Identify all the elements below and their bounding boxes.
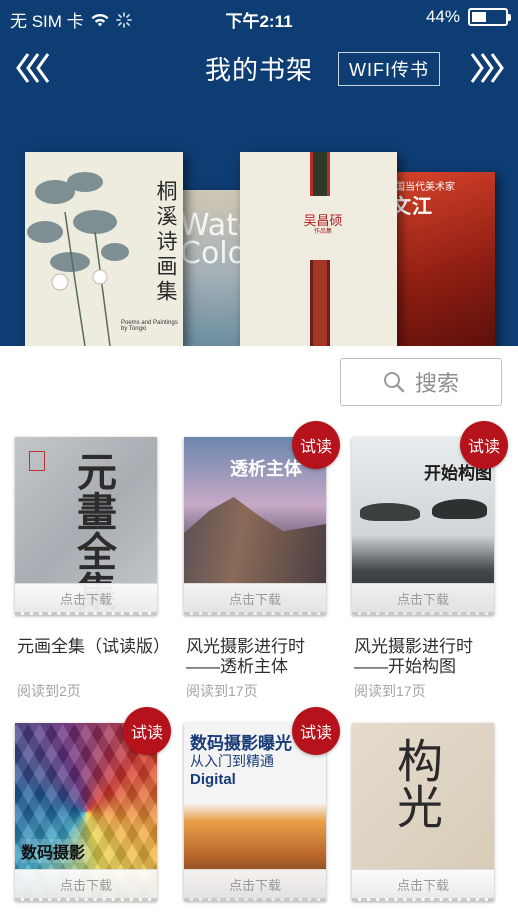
nav-bar: 我的书架 WIFI传书 [0,36,518,100]
banner-book-tongxi[interactable]: 桐溪诗画集 Poems and Paintings by Tongxi [25,152,183,346]
wifi-transfer-button[interactable]: WIFI传书 [338,52,440,86]
trial-badge: 试读 [292,707,340,755]
book-title: 风光摄影进行时——透析主体 [186,637,305,676]
battery-percent: 44% [425,7,460,26]
cover-title: 构光 [390,737,444,829]
cover-seal [29,451,45,471]
book-title: 风光摄影进行时——开始构图 [354,637,473,676]
page-title: 我的书架 [204,55,313,85]
banner-book-title: 桐溪诗画集 [154,180,178,305]
download-button[interactable]: 点击下载 [352,583,494,615]
cover-tag: Digital [190,771,236,788]
cover-rock [360,503,420,521]
download-button[interactable]: 点击下载 [352,869,494,901]
cover-title: 数码摄影 [21,839,86,863]
search-button[interactable]: 搜索 [340,358,502,406]
book-cover[interactable]: 元畫全集 点击下载 [15,437,157,615]
battery-fill [472,12,486,22]
featured-books-banner[interactable]: Water Colour 桐溪诗画集 Poems and Paintings b… [0,100,518,346]
trial-badge: 试读 [292,421,340,469]
cover-strip [310,260,330,346]
trial-badge: 试读 [460,421,508,469]
search-icon [383,372,405,393]
banner-book-subtitle: Poems and Paintings by Tongxi [121,320,178,332]
trial-badge: 试读 [123,707,171,755]
banner-book-subtitle: 作品集 [313,229,332,235]
battery-icon [468,8,511,26]
reading-progress: 阅读到2页 [17,683,81,699]
status-bar: 无 SIM 卡 下午2:11 44% [0,0,518,36]
download-button[interactable]: 点击下载 [184,869,326,901]
reading-progress: 阅读到17页 [354,683,426,699]
cover-mountain [184,497,326,587]
banner-book-wuchangshuo[interactable]: 吴昌硕 作品集 [240,152,397,346]
double-chevron-right-icon[interactable] [466,48,506,88]
search-label: 搜索 [414,371,459,396]
banner-book-title: 文江 [391,196,433,218]
download-button[interactable]: 点击下载 [15,583,157,615]
cover-strip [310,152,330,196]
cover-title: 透析主体 [230,459,302,479]
cover-subtitle: 从入门到精通 [190,753,274,769]
reading-progress: 阅读到17页 [186,683,258,699]
cover-rock [432,499,487,519]
book-title: 元画全集（试读版） [17,637,170,656]
book-cover[interactable]: 构光 点击下载 [352,723,494,901]
ink-lotus-painting-icon [27,172,129,346]
download-button[interactable]: 点击下载 [184,583,326,615]
download-button[interactable]: 点击下载 [15,869,157,901]
banner-book-wenjiang[interactable]: 国当代美术家 文江 [387,172,495,346]
